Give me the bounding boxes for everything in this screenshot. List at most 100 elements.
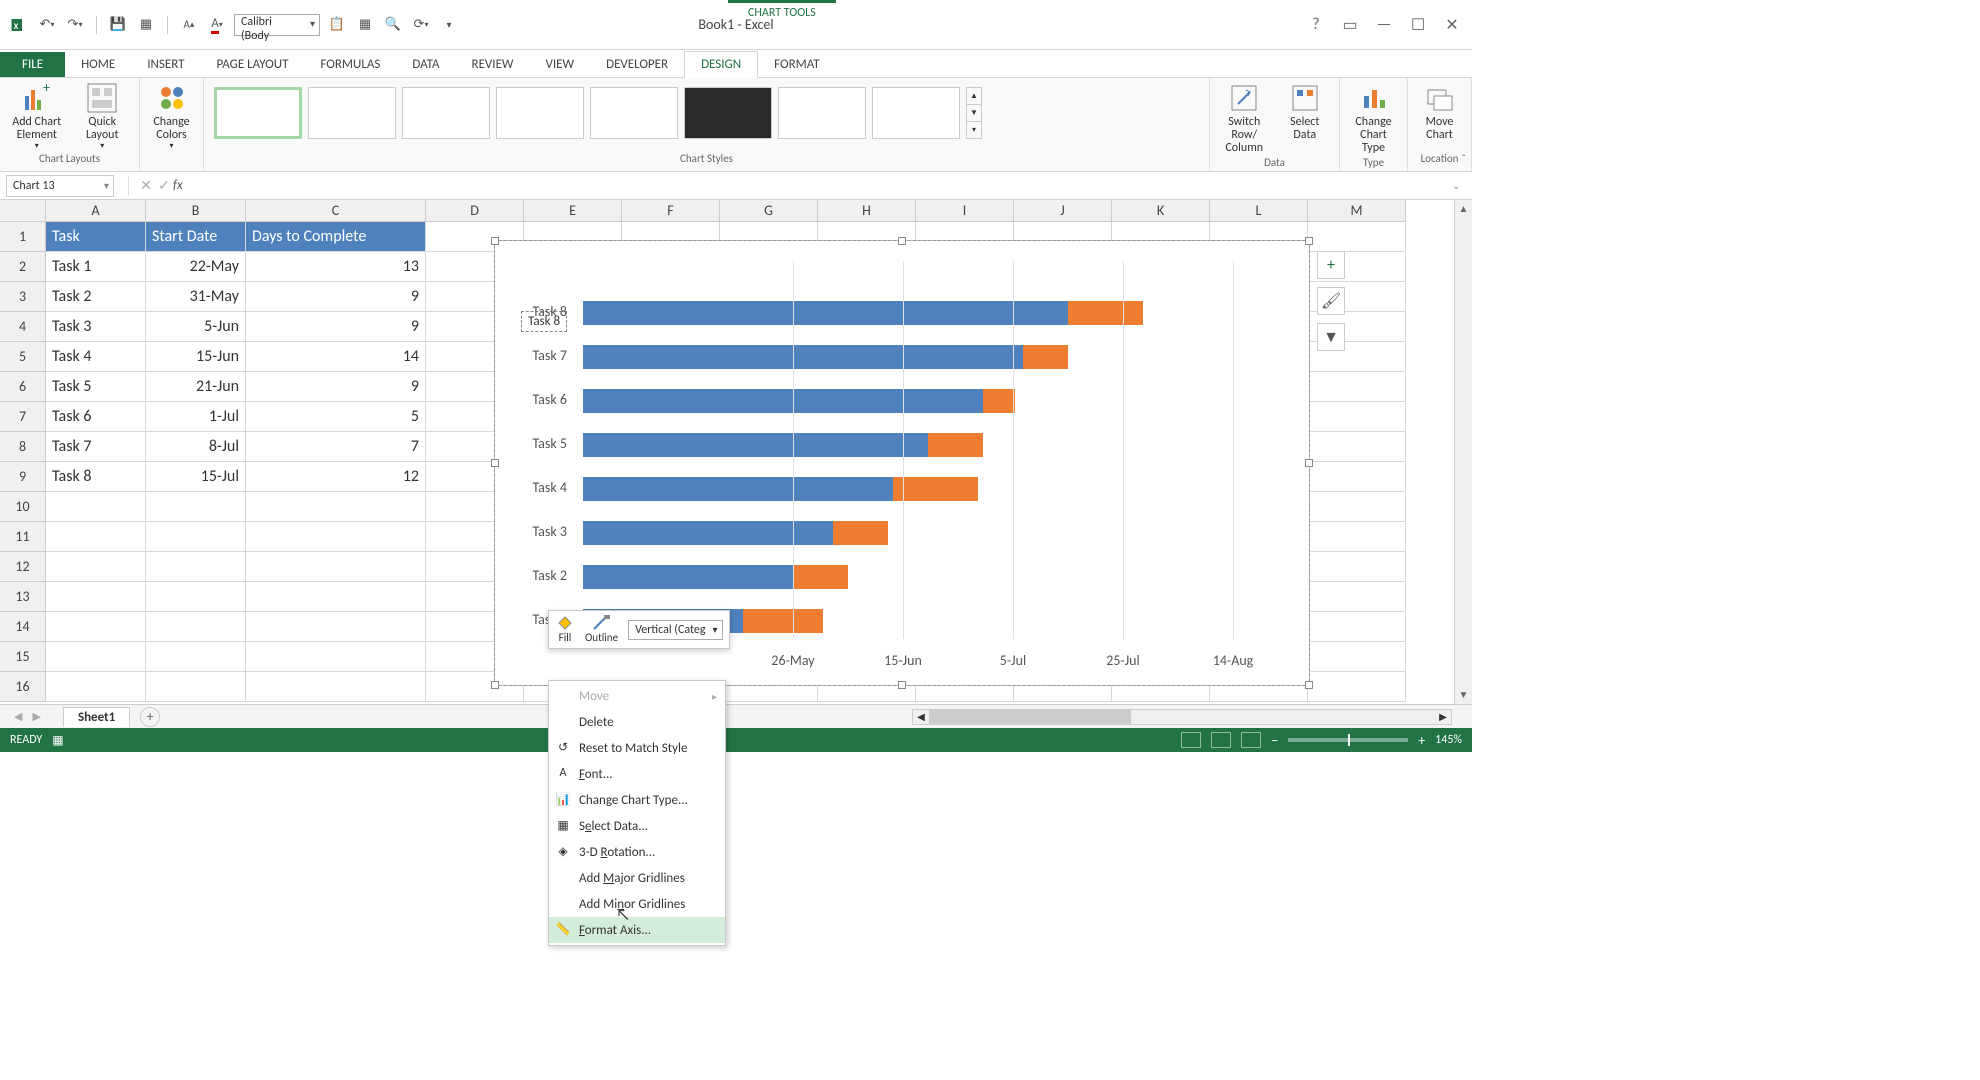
cell[interactable]: 14 xyxy=(246,342,426,372)
chart-bar[interactable] xyxy=(583,433,983,457)
zoom-in-button[interactable]: + xyxy=(1418,732,1425,749)
cancel-formula-icon[interactable]: ✕ xyxy=(137,177,155,194)
cell[interactable] xyxy=(246,582,426,612)
cell[interactable] xyxy=(46,522,146,552)
cell[interactable] xyxy=(46,492,146,522)
close-icon[interactable]: ✕ xyxy=(1442,15,1462,35)
element-selector-combo[interactable]: Vertical (Categ xyxy=(628,620,722,640)
chart-bar[interactable] xyxy=(583,521,888,545)
col-header-A[interactable]: A xyxy=(46,200,146,222)
chart-style-1[interactable] xyxy=(214,87,302,139)
col-header-H[interactable]: H xyxy=(818,200,916,222)
cell[interactable]: Task 5 xyxy=(46,372,146,402)
cell[interactable] xyxy=(1308,462,1406,492)
row-header[interactable]: 4 xyxy=(0,312,46,342)
cell[interactable] xyxy=(1308,552,1406,582)
cell[interactable] xyxy=(246,552,426,582)
col-header-F[interactable]: F xyxy=(622,200,720,222)
col-header-G[interactable]: G xyxy=(720,200,818,222)
col-header-E[interactable]: E xyxy=(524,200,622,222)
tab-formulas[interactable]: FORMULAS xyxy=(304,52,396,77)
enter-formula-icon[interactable]: ✓ xyxy=(155,177,173,194)
col-header-K[interactable]: K xyxy=(1112,200,1210,222)
qat-customize-icon[interactable]: ▾ xyxy=(438,14,460,36)
normal-view-icon[interactable] xyxy=(1181,732,1201,748)
excel-icon[interactable]: X xyxy=(8,14,30,36)
cell[interactable] xyxy=(246,672,426,702)
cell[interactable] xyxy=(146,612,246,642)
worksheet-grid[interactable]: A B C D E F G H I J K L M 1TaskStart Dat… xyxy=(0,200,1472,704)
cell[interactable]: 9 xyxy=(246,372,426,402)
chart-style-4[interactable] xyxy=(496,87,584,139)
cell[interactable] xyxy=(246,642,426,672)
cell[interactable] xyxy=(246,612,426,642)
name-box[interactable]: Chart 13 xyxy=(6,175,114,197)
menu-add-minor-gridlines[interactable]: Add Minor Gridlines xyxy=(549,891,725,917)
tab-file[interactable]: FILE xyxy=(0,52,65,77)
ribbon-collapse-icon[interactable]: ˆ xyxy=(1461,153,1466,167)
cell[interactable] xyxy=(146,672,246,702)
refresh-icon[interactable]: ⟳▾ xyxy=(410,14,432,36)
cell[interactable]: 5-Jun xyxy=(146,312,246,342)
col-header-J[interactable]: J xyxy=(1014,200,1112,222)
tab-data[interactable]: DATA xyxy=(396,52,455,77)
expand-formula-bar-icon[interactable]: ⌄ xyxy=(1452,179,1466,192)
row-header[interactable]: 11 xyxy=(0,522,46,552)
formula-input[interactable] xyxy=(189,175,1452,197)
col-header-D[interactable]: D xyxy=(426,200,524,222)
row-header[interactable]: 12 xyxy=(0,552,46,582)
tab-insert[interactable]: INSERT xyxy=(131,52,200,77)
col-header-I[interactable]: I xyxy=(916,200,1014,222)
gallery-up-icon[interactable]: ▲ xyxy=(967,88,981,105)
vertical-scrollbar[interactable]: ▲ ▼ xyxy=(1454,200,1472,704)
move-chart-button[interactable]: Move Chart xyxy=(1418,82,1461,142)
cell[interactable]: Task 8 xyxy=(46,462,146,492)
cell[interactable] xyxy=(1308,612,1406,642)
chart-style-2[interactable] xyxy=(308,87,396,139)
cell[interactable] xyxy=(1308,642,1406,672)
row-header[interactable]: 7 xyxy=(0,402,46,432)
cell[interactable]: Task xyxy=(46,222,146,252)
col-header-C[interactable]: C xyxy=(246,200,426,222)
tab-home[interactable]: HOME xyxy=(65,52,131,77)
cell[interactable] xyxy=(46,552,146,582)
row-header[interactable]: 16 xyxy=(0,672,46,702)
quick-layout-button[interactable]: Quick Layout▾ xyxy=(76,82,130,151)
menu-delete[interactable]: Delete xyxy=(549,709,725,735)
horizontal-scrollbar[interactable]: ◀ ▶ xyxy=(912,709,1452,725)
chart-bar[interactable] xyxy=(583,345,1068,369)
tab-design[interactable]: DESIGN xyxy=(684,51,758,78)
cell[interactable] xyxy=(146,522,246,552)
help-icon[interactable]: ? xyxy=(1306,15,1326,35)
tab-developer[interactable]: DEVELOPER xyxy=(590,52,684,77)
macro-record-icon[interactable]: ▦ xyxy=(52,733,63,748)
font-color-icon[interactable]: A▾ xyxy=(206,14,228,36)
scroll-left-icon[interactable]: ◀ xyxy=(913,710,929,724)
sheet-nav-prev-icon[interactable]: ◀ xyxy=(14,710,22,723)
add-sheet-button[interactable]: + xyxy=(140,707,160,727)
print-preview-icon[interactable]: 🔍 xyxy=(382,14,404,36)
row-header[interactable]: 1 xyxy=(0,222,46,252)
zoom-slider[interactable] xyxy=(1288,738,1408,742)
chart-style-5[interactable] xyxy=(590,87,678,139)
cell[interactable] xyxy=(146,582,246,612)
cell[interactable]: 8-Jul xyxy=(146,432,246,462)
cell[interactable]: Task 7 xyxy=(46,432,146,462)
minimize-icon[interactable]: — xyxy=(1374,15,1394,35)
chart-bar[interactable] xyxy=(583,389,1015,413)
cell[interactable] xyxy=(1308,372,1406,402)
row-header[interactable]: 3 xyxy=(0,282,46,312)
add-chart-element-button[interactable]: +Add Chart Element▾ xyxy=(10,82,64,151)
chart-plot-area[interactable]: Task 8 Task 8Task 7Task 6Task 5Task 4Tas… xyxy=(511,261,1285,639)
tab-format[interactable]: FORMAT xyxy=(758,52,835,77)
chart-style-7[interactable] xyxy=(778,87,866,139)
cell[interactable] xyxy=(146,492,246,522)
chart-styles-button[interactable]: 🖌 xyxy=(1317,287,1345,315)
cell[interactable]: 31-May xyxy=(146,282,246,312)
cell[interactable] xyxy=(246,492,426,522)
ribbon-display-options-icon[interactable]: ▭ xyxy=(1340,15,1360,35)
cell[interactable]: 15-Jun xyxy=(146,342,246,372)
save-icon[interactable]: 💾 xyxy=(107,14,129,36)
chart-styles-gallery[interactable]: ▲ ▼ ▾ xyxy=(214,87,982,139)
cell[interactable]: Task 3 xyxy=(46,312,146,342)
